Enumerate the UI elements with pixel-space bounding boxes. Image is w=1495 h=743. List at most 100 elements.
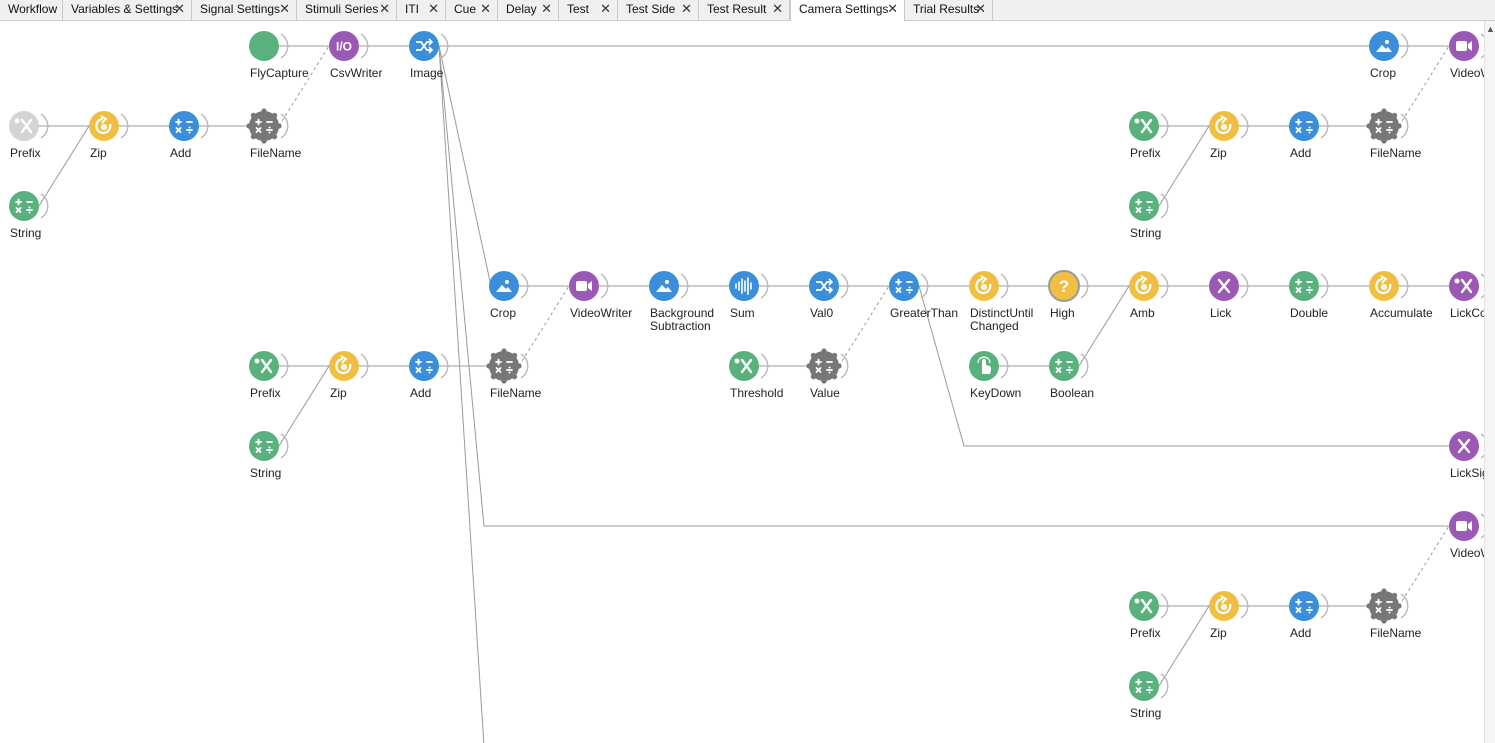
node-label: Zip: [1210, 146, 1227, 160]
node-string-1[interactable]: String: [9, 191, 49, 240]
close-tab-icon[interactable]: ✕: [480, 1, 491, 17]
node-string-3[interactable]: String: [249, 431, 289, 480]
node-videowriter-bot[interactable]: VideoW: [1449, 511, 1485, 560]
node-filename-1[interactable]: FileName: [246, 108, 302, 160]
node-zip-4[interactable]: Zip: [1209, 591, 1249, 640]
node-high[interactable]: ? High: [1048, 270, 1089, 320]
node-circle[interactable]: [249, 431, 279, 461]
node-zip-1[interactable]: Zip: [89, 111, 129, 160]
node-accumulate[interactable]: Accumulate: [1369, 271, 1433, 320]
node-circle[interactable]: [649, 271, 679, 301]
node-circle[interactable]: [729, 351, 759, 381]
tab-test-result[interactable]: Test Result ✕: [699, 0, 790, 20]
node-zip-3[interactable]: Zip: [329, 351, 369, 400]
node-lick[interactable]: Lick: [1209, 271, 1249, 320]
close-tab-icon[interactable]: ✕: [174, 1, 185, 17]
node-threshold[interactable]: Threshold: [729, 351, 783, 400]
tab-delay[interactable]: Delay ✕: [498, 0, 559, 20]
node-circle[interactable]: [9, 191, 39, 221]
node-amb[interactable]: Amb: [1129, 271, 1169, 320]
tab-variables-settings[interactable]: Variables & Settings ✕: [63, 0, 192, 20]
node-circle[interactable]: [9, 111, 39, 141]
node-bgsub[interactable]: Background Subtraction: [649, 271, 714, 333]
node-licksignal[interactable]: LickSig: [1449, 431, 1485, 480]
node-string-4[interactable]: String: [1129, 671, 1169, 720]
tab-label: Workflow: [8, 2, 58, 16]
node-videowriter-top[interactable]: VideoW: [1449, 31, 1485, 80]
close-tab-icon[interactable]: ✕: [600, 1, 611, 17]
node-label: String: [250, 466, 281, 480]
tab-test[interactable]: Test ✕: [559, 0, 618, 20]
workflow-canvas[interactable]: FlyCapture I/O CsvWriter Image Crop VideoW Pre…: [0, 21, 1485, 743]
node-label: LickCou: [1450, 306, 1485, 320]
close-tab-icon[interactable]: ✕: [379, 1, 390, 17]
tab-stimuli-series[interactable]: Stimuli Series ✕: [297, 0, 397, 20]
node-zip-2[interactable]: Zip: [1209, 111, 1249, 160]
tab-iti[interactable]: ITI ✕: [397, 0, 446, 20]
node-circle[interactable]: [1289, 591, 1319, 621]
node-crop-mid[interactable]: Crop: [489, 271, 529, 320]
node-double[interactable]: Double: [1289, 271, 1329, 320]
node-circle[interactable]: [249, 31, 279, 61]
close-tab-icon[interactable]: ✕: [887, 1, 898, 17]
node-image[interactable]: Image: [409, 31, 449, 80]
close-tab-icon[interactable]: ✕: [975, 1, 986, 17]
node-prefix-4[interactable]: Prefix: [1129, 591, 1169, 640]
tab-workflow[interactable]: Workflow: [0, 0, 63, 20]
node-circle[interactable]: [249, 351, 279, 381]
node-label-line: String: [1130, 706, 1161, 720]
tab-signal-settings[interactable]: Signal Settings ✕: [192, 0, 297, 20]
node-circle[interactable]: [1049, 351, 1079, 381]
node-greaterthan[interactable]: GreaterThan: [889, 271, 958, 320]
vertical-scrollbar[interactable]: ▲: [1484, 21, 1495, 743]
node-string-2[interactable]: String: [1129, 191, 1169, 240]
node-label: High: [1050, 306, 1075, 320]
node-value[interactable]: Value: [806, 348, 849, 400]
close-tab-icon[interactable]: ✕: [772, 1, 783, 17]
node-circle[interactable]: [1369, 31, 1399, 61]
node-csvwriter[interactable]: I/O CsvWriter: [329, 31, 382, 80]
node-circle[interactable]: [1289, 111, 1319, 141]
node-circle[interactable]: [1449, 271, 1479, 301]
node-filename-3[interactable]: FileName: [486, 348, 542, 400]
node-add-1[interactable]: Add: [169, 111, 209, 160]
node-prefix-2[interactable]: Prefix: [1129, 111, 1169, 160]
node-filename-4[interactable]: FileName: [1366, 588, 1422, 640]
node-boolean[interactable]: Boolean: [1049, 351, 1094, 400]
node-crop-top[interactable]: Crop: [1369, 31, 1409, 80]
tab-cue[interactable]: Cue ✕: [446, 0, 498, 20]
node-lickcount[interactable]: LickCou: [1449, 271, 1485, 320]
node-circle[interactable]: [1129, 591, 1159, 621]
node-distinct[interactable]: DistinctUntil Changed: [969, 271, 1033, 333]
node-circle[interactable]: [1289, 271, 1319, 301]
node-circle[interactable]: [169, 111, 199, 141]
node-prefix-1[interactable]: Prefix: [9, 111, 49, 160]
node-add-2[interactable]: Add: [1289, 111, 1329, 160]
scroll-up-arrow-icon[interactable]: ▲: [1486, 24, 1495, 34]
node-prefix-3[interactable]: Prefix: [249, 351, 289, 400]
node-circle[interactable]: [1129, 111, 1159, 141]
node-circle[interactable]: [889, 271, 919, 301]
close-tab-icon[interactable]: ✕: [279, 1, 290, 17]
close-tab-icon[interactable]: ✕: [681, 1, 692, 17]
node-label-line: Threshold: [730, 386, 783, 400]
node-circle[interactable]: [1129, 191, 1159, 221]
node-videowriter-mid[interactable]: VideoWriter: [569, 271, 632, 320]
node-circle[interactable]: [409, 351, 439, 381]
node-keydown[interactable]: KeyDown: [969, 351, 1021, 400]
node-flycapture[interactable]: FlyCapture: [249, 31, 309, 80]
tab-camera-settings[interactable]: Camera Settings ✕: [790, 0, 905, 21]
node-val0[interactable]: Val0: [809, 271, 849, 320]
node-circle[interactable]: [1129, 671, 1159, 701]
node-add-3[interactable]: Add: [409, 351, 449, 400]
node-circle[interactable]: [489, 271, 519, 301]
node-filename-2[interactable]: FileName: [1366, 108, 1422, 160]
node-sum[interactable]: Sum: [729, 271, 769, 320]
tab-trial-results[interactable]: Trial Results ✕: [905, 0, 993, 20]
node-label-line: Crop: [1370, 66, 1396, 80]
node-add-4[interactable]: Add: [1289, 591, 1329, 640]
close-tab-icon[interactable]: ✕: [541, 1, 552, 17]
close-tab-icon[interactable]: ✕: [428, 1, 439, 17]
node-circle[interactable]: [729, 271, 759, 301]
tab-test-side[interactable]: Test Side ✕: [618, 0, 699, 20]
